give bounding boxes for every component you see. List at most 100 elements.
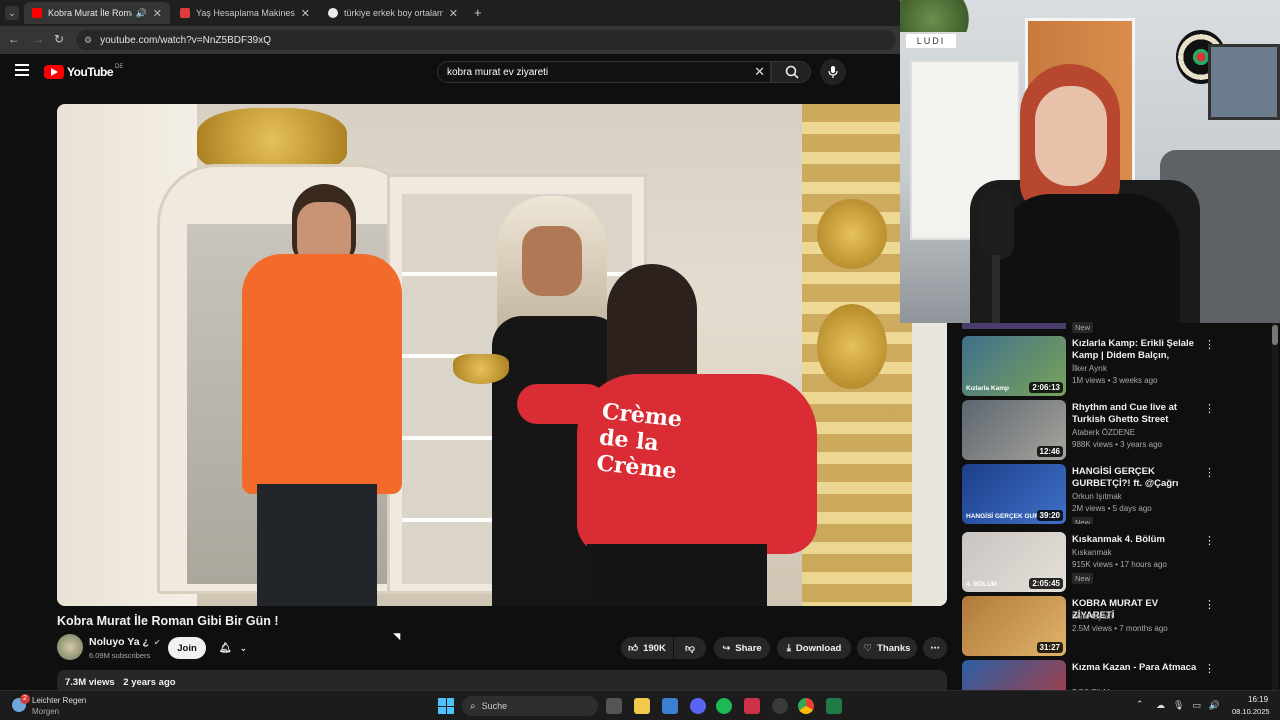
thanks-label: Thanks: [877, 642, 911, 654]
youtube-play-icon: [44, 65, 64, 79]
channel-name-text: Noluyo Ya ¿: [89, 636, 149, 648]
more-vertical-icon[interactable]: ⋮: [1204, 662, 1215, 675]
youtube-favicon-icon: [32, 8, 42, 18]
subscriber-count: 6.09M subscribers: [89, 651, 151, 660]
recommendation-channel[interactable]: Kıskanmak: [1072, 548, 1112, 557]
video-thumbnail[interactable]: 12:46: [962, 400, 1066, 460]
recommendation-item[interactable]: 31:27 KOBRA MURAT EV ZİYARETİ testo taylan…: [962, 596, 1222, 656]
video-thumbnail[interactable]: HANGİSİ GERÇEK GURBETÇİ? 39:20: [962, 464, 1066, 524]
discord-icon[interactable]: [690, 698, 706, 714]
recommendation-channel[interactable]: testo taylan: [1072, 612, 1113, 621]
recommendation-item[interactable]: Kızlarla Kamp 2:06:13 Kızlarla Kamp: Erikl…: [962, 336, 1222, 396]
video-thumbnail[interactable]: 4. BÖLÜM 2:05:45: [962, 532, 1066, 592]
join-button[interactable]: Join: [168, 637, 206, 659]
tab-search-button[interactable]: ⌄: [5, 6, 19, 20]
weather-widget[interactable]: 2 Leichter Regen Morgen: [10, 694, 120, 718]
weather-title: Leichter Regen: [32, 696, 87, 705]
sidebar-scrollbar[interactable]: [1272, 323, 1278, 690]
recommendation-title[interactable]: Kıskanmak 4. Bölüm: [1072, 534, 1197, 546]
obs-icon[interactable]: [772, 698, 788, 714]
duration-badge: 2:06:13: [1029, 382, 1063, 393]
tab-close-icon[interactable]: ✕: [449, 7, 458, 20]
store-icon[interactable]: [662, 698, 678, 714]
recommendation-channel[interactable]: İlker Ayrık: [1072, 364, 1107, 373]
video-thumbnail[interactable]: 31:27: [962, 596, 1066, 656]
more-vertical-icon[interactable]: ⋮: [1204, 466, 1215, 479]
duration-badge: 39:20: [1036, 510, 1063, 521]
file-explorer-icon[interactable]: [634, 698, 650, 714]
task-view-icon[interactable]: [606, 698, 622, 714]
recommendation-channel[interactable]: Ataberk ÖZDENE: [1072, 428, 1135, 437]
recommendation-item[interactable]: Kızma Kazan - Para AtmacaDCC FILM⋮: [962, 660, 1222, 690]
like-button[interactable]: 👍︎ 190K: [621, 637, 673, 659]
microphone-icon: [828, 66, 838, 78]
new-tab-icon[interactable]: +: [474, 5, 482, 20]
windows-taskbar: 2 Leichter Regen Morgen ⌕ Suche ⌃ ☁🎙▭🔊 1…: [0, 690, 1280, 720]
forward-arrow-icon[interactable]: →: [32, 32, 44, 46]
duration-badge: 31:27: [1036, 642, 1063, 653]
windows-start-icon[interactable]: [438, 698, 454, 714]
speaker-icon: 🔊: [135, 7, 147, 18]
recommendation-title[interactable]: Kızma Kazan - Para Atmaca: [1072, 662, 1197, 674]
recommendation-title[interactable]: HANGİSİ GERÇEK GURBETÇİ?! ft. @Çağrı Erg…: [1072, 466, 1197, 490]
recommendation-item[interactable]: 12:46 Rhythm and Cue live at Turkish Ghet…: [962, 400, 1222, 460]
duration-badge: 2:05:45: [1029, 578, 1063, 589]
avatar[interactable]: [57, 634, 83, 660]
video-thumbnail[interactable]: [962, 660, 1066, 690]
download-button[interactable]: ⤓ Download: [777, 637, 851, 659]
reload-icon[interactable]: ↻: [54, 32, 64, 46]
recommendation-channel[interactable]: Orkun Işıtmak: [1072, 492, 1122, 501]
recommendation-title[interactable]: Kızlarla Kamp: Erikli Şelale Kamp | Dide…: [1072, 338, 1197, 362]
site-settings-icon[interactable]: ⚙: [84, 35, 92, 46]
tray-icons[interactable]: ☁🎙▭🔊: [1156, 700, 1228, 711]
hamburger-menu-icon[interactable]: [15, 64, 29, 76]
video-thumbnail[interactable]: Kızlarla Kamp 2:06:13: [962, 336, 1066, 396]
gold-ornament: [197, 108, 347, 172]
search-input[interactable]: kobra murat ev ziyareti ✕: [437, 61, 771, 83]
recommendation-item[interactable]: HANGİSİ GERÇEK GURBETÇİ? 39:20 HANGİSİ GER…: [962, 464, 1222, 524]
youtube-logo[interactable]: YouTube DE: [44, 64, 123, 80]
partial-recommendation[interactable]: [962, 323, 1066, 329]
voice-search-button[interactable]: [820, 59, 846, 85]
plant: [900, 0, 980, 32]
search-button[interactable]: [771, 61, 811, 83]
chevron-up-icon[interactable]: ⌃: [1136, 699, 1144, 710]
address-bar[interactable]: ⚙ youtube.com/watch?v=NnZ5BDF39xQ: [76, 30, 896, 50]
more-vertical-icon[interactable]: ⋮: [1204, 598, 1215, 611]
voicemod-icon[interactable]: [744, 698, 760, 714]
chrome-icon[interactable]: [798, 698, 814, 714]
clear-search-icon[interactable]: ✕: [754, 64, 765, 80]
recommendation-title[interactable]: Rhythm and Cue live at Turkish Ghetto St…: [1072, 402, 1197, 426]
recommendation-meta: 988K views • 3 years ago: [1072, 440, 1162, 449]
duration-badge: 12:46: [1036, 446, 1063, 457]
taskbar-search-box[interactable]: ⌕ Suche: [462, 696, 598, 716]
tab-google-search[interactable]: türkiye erkek boy ortalaması - G ✕: [320, 2, 466, 24]
dislike-button[interactable]: 👎︎: [674, 637, 706, 659]
view-count: 7.3M views: [65, 677, 115, 688]
tab-close-icon[interactable]: ✕: [301, 7, 310, 20]
clock-date[interactable]: 08.10.2025: [1232, 707, 1270, 716]
video-player[interactable]: Crème de la Crème: [57, 104, 947, 606]
share-button[interactable]: ↪ Share: [714, 637, 770, 659]
spotify-icon[interactable]: [716, 698, 732, 714]
tab-age-calculator[interactable]: Yaş Hesaplama Makinesi - Tam ✕: [172, 2, 318, 24]
recommendation-meta: 915K views • 17 hours ago: [1072, 560, 1167, 569]
thanks-button[interactable]: ♡ Thanks: [857, 637, 917, 659]
back-arrow-icon[interactable]: ←: [8, 32, 20, 46]
more-actions-button[interactable]: ⋯: [923, 637, 947, 659]
share-icon: ↪: [722, 642, 731, 654]
recommendation-item[interactable]: 4. BÖLÜM 2:05:45 Kıskanmak 4. Bölüm Kıskanm…: [962, 532, 1222, 592]
clock-time[interactable]: 16:19: [1248, 695, 1268, 704]
person-orange-hoodie: [237, 184, 407, 606]
channel-name[interactable]: Noluyo Ya ¿ ✔: [89, 636, 161, 648]
thumbs-down-icon: 👎︎: [685, 643, 695, 654]
tab-close-icon[interactable]: ✕: [153, 7, 162, 20]
more-vertical-icon[interactable]: ⋮: [1204, 534, 1215, 547]
t-favicon-icon: [180, 8, 190, 18]
round-mirror: [817, 199, 887, 269]
tab-youtube[interactable]: Kobra Murat İle Roman Gibi 🔊 ✕: [24, 2, 170, 24]
more-vertical-icon[interactable]: ⋮: [1204, 402, 1215, 415]
more-vertical-icon[interactable]: ⋮: [1204, 338, 1215, 351]
excel-icon[interactable]: [826, 698, 842, 714]
subscribe-notification-button[interactable]: 🔔︎ ⌄: [210, 637, 256, 659]
